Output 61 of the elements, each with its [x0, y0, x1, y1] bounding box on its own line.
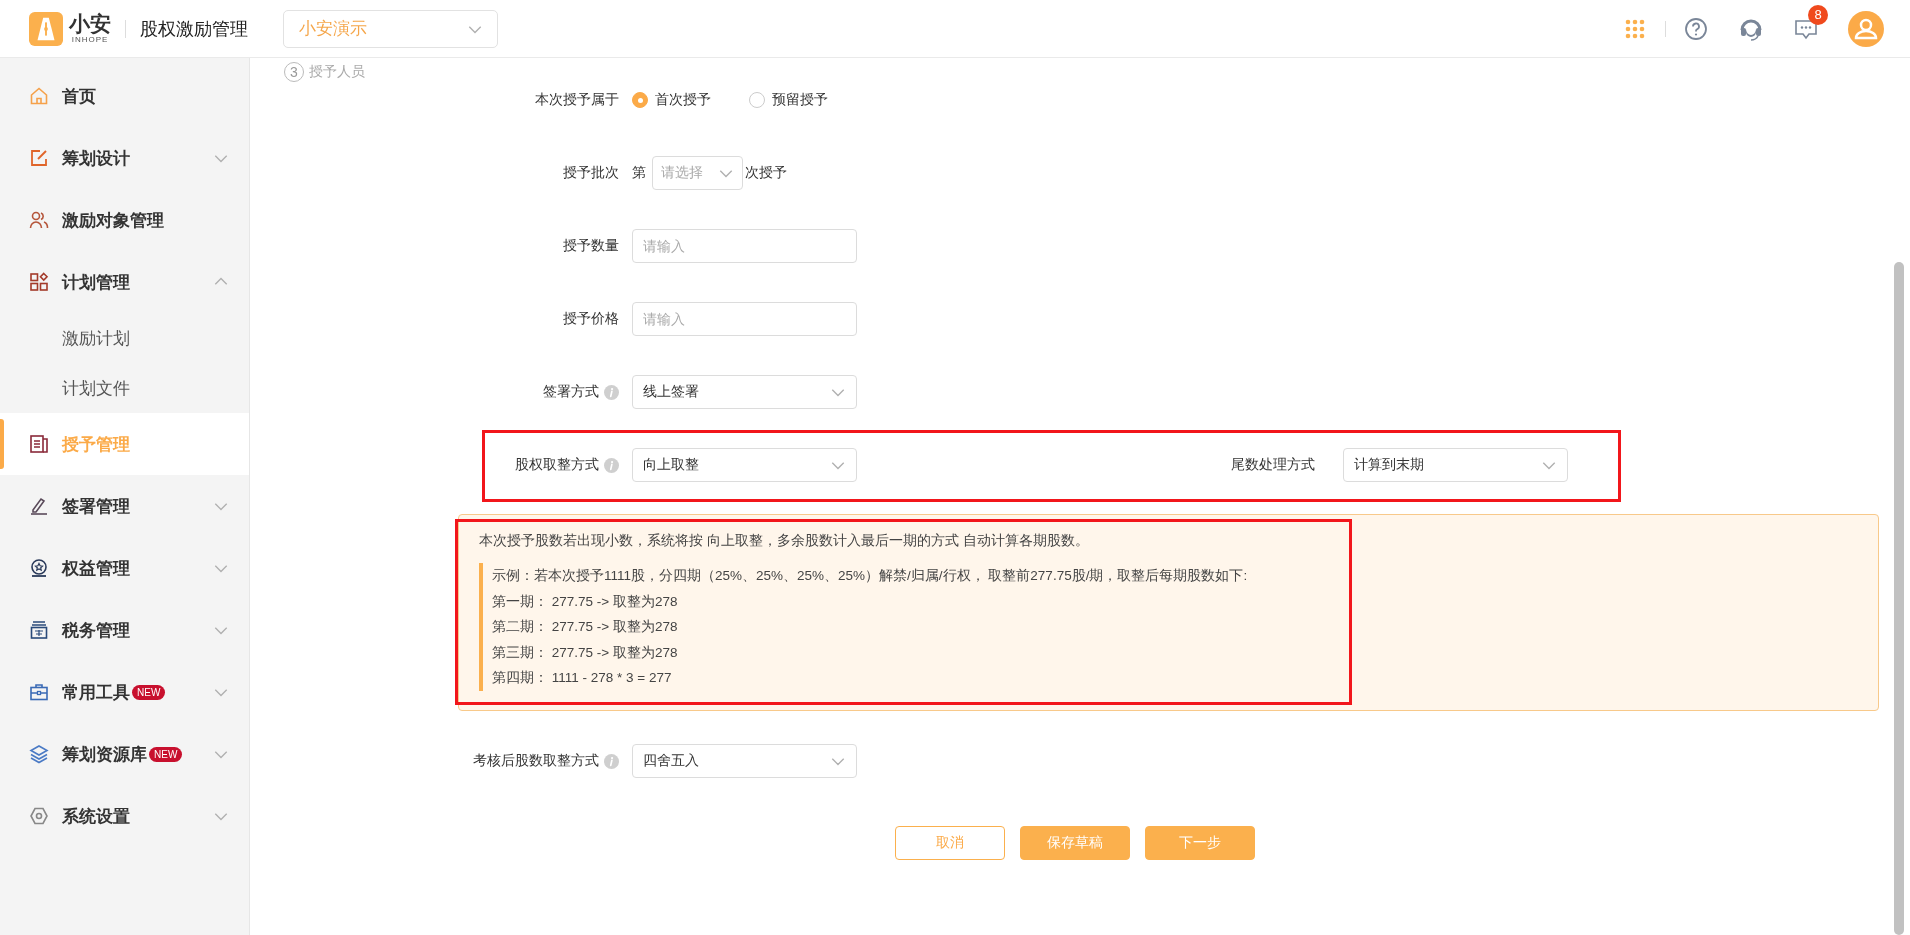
step-label: 授予人员: [309, 63, 365, 81]
field-label: 授予数量: [563, 237, 619, 255]
app-grid-icon: [1625, 18, 1645, 39]
edit-icon: [29, 148, 49, 168]
field-label: 授予价格: [563, 310, 619, 328]
sidebar-subitem[interactable]: 计划文件: [0, 363, 249, 413]
book-icon: [29, 434, 49, 454]
tax-icon: [29, 620, 49, 640]
sidebar-subitem[interactable]: 激励计划: [0, 313, 249, 363]
input-field[interactable]: 请输入: [632, 229, 857, 263]
people-icon: [29, 210, 49, 230]
notice-text: 本次授予股数若出现小数，系统将按 向上取整，多余股数计入最后一期的方式 自动计算各期股数。: [479, 532, 1090, 550]
settings-icon: [29, 806, 49, 826]
sidebar-item[interactable]: 筹划资源库 NEW: [0, 723, 249, 785]
grid-icon: [29, 272, 49, 292]
select-field[interactable]: 线上签署: [632, 375, 857, 409]
new-badge: NEW: [132, 684, 166, 700]
example-line: 示例：若本次授予1111股，分四期（25%、25%、25%、25%）解禁/归属/行权， 取整前277.75股/期，取整后每期股数如下:: [492, 567, 1249, 585]
select-field[interactable]: 四舍五入: [632, 744, 857, 778]
field-suffix: 次授予: [745, 164, 787, 182]
notification-badge: 8: [1808, 4, 1828, 25]
active-indicator: [0, 419, 4, 469]
new-badge: NEW: [149, 746, 183, 762]
field-label: 股权取整方式: [515, 456, 599, 474]
example-line: 第二期： 277.75 -> 取整为278: [492, 618, 679, 636]
sidebar-item[interactable]: 系统设置: [0, 785, 249, 847]
avatar-icon[interactable]: [1848, 10, 1884, 47]
input-field[interactable]: 请输入: [632, 302, 857, 336]
radio-button[interactable]: [632, 92, 648, 108]
example-line: 第四期： 1111 - 278 * 3 = 277: [492, 669, 673, 687]
help-icon[interactable]: [1684, 16, 1708, 41]
example-line: 第一期： 277.75 -> 取整为278: [492, 592, 679, 611]
sidebar-item[interactable]: 常用工具 NEW: [0, 661, 249, 723]
field-prefix: 第: [632, 164, 646, 182]
sidebar-item[interactable]: 计划管理: [0, 251, 249, 313]
home-icon: [29, 86, 49, 106]
select-field[interactable]: 计算到末期: [1343, 448, 1568, 482]
logo-icon: [29, 11, 63, 46]
scrollbar-thumb[interactable]: [1894, 262, 1904, 935]
sidebar-item[interactable]: 权益管理: [0, 537, 249, 599]
logo-subtext: INHOPE: [71, 35, 109, 44]
field-label: 尾数处理方式: [1231, 456, 1315, 474]
sidebar-item[interactable]: 筹划设计: [0, 127, 249, 189]
select-field[interactable]: 向上取整: [632, 448, 857, 482]
radio-option[interactable]: 首次授予: [632, 91, 711, 109]
sidebar-item[interactable]: 签署管理: [0, 475, 249, 537]
layers-icon: [29, 744, 49, 764]
radio-option[interactable]: 预留授予: [749, 91, 828, 109]
pen-icon: [29, 496, 49, 516]
field-label: 签署方式: [543, 383, 599, 401]
logo-text: 小安: [69, 13, 111, 35]
medal-icon: [29, 558, 49, 578]
app-title: 股权激励管理: [140, 17, 248, 41]
field-label: 考核后股数取整方式: [473, 752, 599, 770]
field-label: 授予批次: [563, 164, 619, 182]
example-line: 第三期： 277.75 -> 取整为278: [492, 643, 679, 662]
toolbox-icon: [29, 682, 49, 702]
field-label: 本次授予属于: [535, 91, 619, 109]
sidebar-item[interactable]: 激励对象管理: [0, 189, 249, 251]
sidebar-item[interactable]: 税务管理: [0, 599, 249, 661]
sidebar-item[interactable]: 首页: [0, 65, 249, 127]
